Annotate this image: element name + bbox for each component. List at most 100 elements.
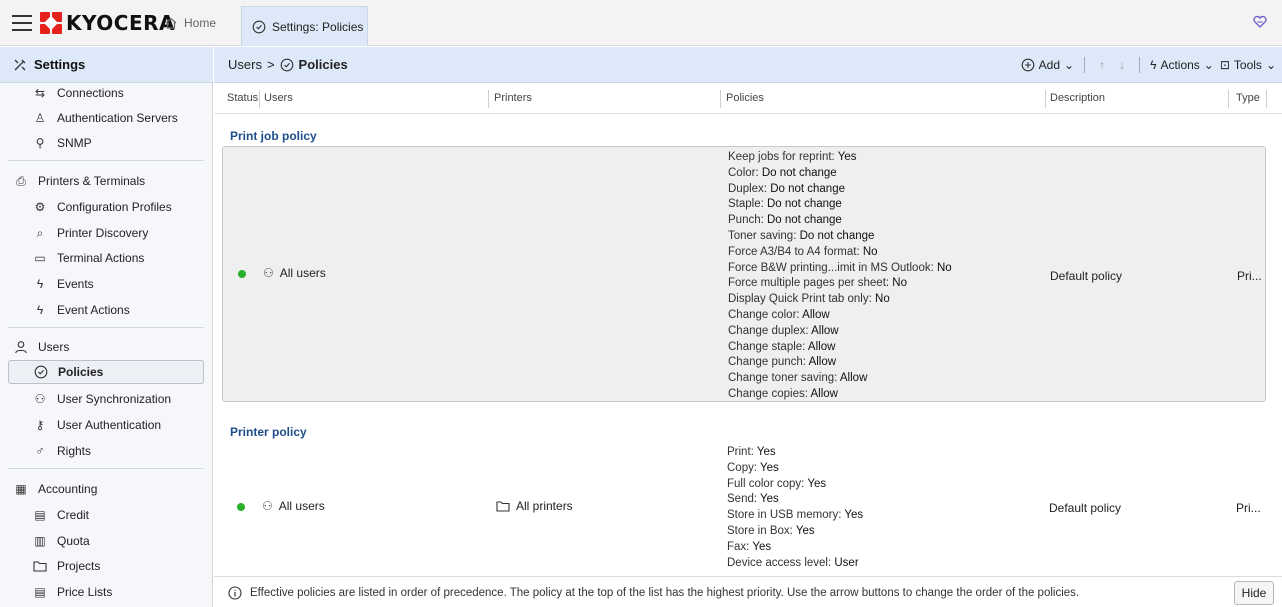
shield-check-icon <box>252 20 266 33</box>
info-bar: Effective policies are listed in order o… <box>214 576 1282 607</box>
connections-icon: ⇆ <box>34 86 46 100</box>
chevron-down-icon: ⌄ <box>1203 58 1214 72</box>
policy-value: No <box>862 245 878 258</box>
sidebar-item-projects[interactable]: Projects <box>0 554 212 578</box>
hide-button[interactable]: Hide <box>1234 581 1274 605</box>
policy-value: User <box>834 556 859 569</box>
policy-value: Allow <box>839 372 868 385</box>
policy-line: Force multiple pages per sheet: No <box>728 276 952 292</box>
kyocera-logo[interactable]: KYOCERA <box>40 9 175 37</box>
status-dot <box>237 503 245 511</box>
sidebar-item-label: Printer Discovery <box>57 226 149 240</box>
policy-value: Do not change <box>799 229 875 242</box>
sidebar-item-label: Terminal Actions <box>57 251 145 265</box>
table-row[interactable]: ⚇ All users All printers Print: Yes Copy:… <box>222 442 1266 572</box>
column-header-policies[interactable]: Policies <box>726 92 764 104</box>
sidebar-item-label: SNMP <box>57 136 92 150</box>
move-down-button[interactable]: ↓ <box>1115 58 1129 72</box>
printers-cell: All printers <box>496 499 573 513</box>
policy-value: Allow <box>810 387 838 400</box>
sidebar-item-rights[interactable]: ♂ Rights <box>0 439 212 463</box>
policy-key: Store in Box: <box>727 524 796 537</box>
policy-line: Print: Yes <box>727 445 863 461</box>
column-resize-handle[interactable] <box>720 90 721 108</box>
policy-value: Yes <box>760 461 779 474</box>
policy-line: Staple: Do not change <box>728 197 952 213</box>
policy-line: Punch: Do not change <box>728 213 952 229</box>
sidebar-item-accounting[interactable]: ▦ Accounting <box>0 477 212 501</box>
sidebar-item-label: User Synchronization <box>57 392 172 406</box>
policy-key: Color: <box>728 166 762 179</box>
heart-badge-icon[interactable] <box>1252 14 1268 30</box>
policy-key: Device access level: <box>727 556 835 569</box>
sidebar-item-snmp[interactable]: ⚲ SNMP <box>0 131 212 155</box>
sidebar-item-printer-discovery[interactable]: ⌕ Printer Discovery <box>0 221 212 245</box>
column-resize-handle[interactable] <box>1266 90 1267 108</box>
top-bar: KYOCERA Home Settings: Policies <box>0 0 1282 46</box>
sidebar-item-label: Configuration Profiles <box>57 200 172 214</box>
quota-icon: ▥ <box>34 534 46 548</box>
toolbar: Add ⌄ ↑ ↓ ϟ Actions ⌄ ⊡ Tools ⌄ <box>1021 57 1276 73</box>
column-header-printers[interactable]: Printers <box>494 92 532 104</box>
sidebar-item-label: Price Lists <box>57 585 113 599</box>
toolbar-divider <box>1084 57 1086 73</box>
policy-icon <box>33 364 49 380</box>
move-up-button[interactable]: ↑ <box>1095 58 1109 72</box>
sidebar-item-connections[interactable]: ⇆ Connections <box>0 83 212 105</box>
policy-line: Color: Do not change <box>728 166 952 182</box>
column-resize-handle[interactable] <box>1045 90 1046 108</box>
add-button[interactable]: Add ⌄ <box>1021 58 1074 72</box>
sidebar-item-configuration-profiles[interactable]: ⚙ Configuration Profiles <box>0 195 212 219</box>
sidebar-item-price-lists[interactable]: ▤ Price Lists <box>0 580 212 604</box>
sidebar-item-policies[interactable]: Policies <box>8 360 204 384</box>
users-cell: ⚇ All users <box>262 499 325 513</box>
policy-line: Store in Box: Yes <box>727 524 863 540</box>
sidebar-item-authentication-servers[interactable]: ♙ Authentication Servers <box>0 106 212 130</box>
column-header-users[interactable]: Users <box>264 92 293 104</box>
breadcrumb-users[interactable]: Users <box>228 57 262 72</box>
actions-button-label: Actions <box>1160 58 1200 72</box>
tools-button[interactable]: ⊡ Tools ⌄ <box>1220 58 1276 72</box>
tab-settings-policies-label: Settings: Policies <box>272 19 364 34</box>
sidebar-item-user-synchronization[interactable]: ⚇ User Synchronization <box>0 387 212 411</box>
hamburger-menu-icon[interactable] <box>12 15 32 31</box>
kyocera-logo-mark <box>40 12 62 34</box>
column-resize-handle[interactable] <box>259 90 260 108</box>
sidebar-item-user-authentication[interactable]: ⚷ User Authentication <box>0 413 212 437</box>
policy-key: Full color copy: <box>727 477 808 490</box>
sidebar-item-label: Policies <box>58 365 104 379</box>
policy-key: Duplex: <box>728 182 771 195</box>
terminal-icon: ▭ <box>34 251 46 265</box>
main-header: Users > Policies Add ⌄ ↑ ↓ ϟ Actions ⌄ ⊡… <box>214 47 1282 83</box>
policy-value: Yes <box>756 446 776 458</box>
tab-settings-policies[interactable]: Settings: Policies <box>241 6 368 46</box>
policy-line: Change duplex: Allow <box>728 324 952 340</box>
sidebar-item-events[interactable]: ϟ Events <box>0 272 212 296</box>
sidebar-item-quota[interactable]: ▥ Quota <box>0 529 212 553</box>
policy-key: Change toner saving: <box>728 372 840 385</box>
sidebar-item-event-actions[interactable]: ϟ Event Actions <box>0 298 212 322</box>
column-header-description[interactable]: Description <box>1050 92 1105 104</box>
actions-button[interactable]: ϟ Actions ⌄ <box>1150 58 1214 72</box>
home-icon <box>165 17 177 29</box>
tab-home[interactable]: Home <box>164 10 216 36</box>
table-row[interactable]: ⚇ All users Keep jobs for reprint: Yes Co… <box>222 146 1266 402</box>
folder-icon <box>496 501 510 512</box>
sidebar-item-credit[interactable]: ▤ Credit <box>0 503 212 527</box>
policy-line: Force A3/B4 to A4 format: No <box>728 245 952 261</box>
column-resize-handle[interactable] <box>488 90 489 108</box>
column-header-status[interactable]: Status <box>227 92 258 104</box>
sidebar-item-printers-terminals[interactable]: ⎙ Printers & Terminals <box>0 169 212 193</box>
sidebar-item-label: Rights <box>57 444 92 458</box>
policy-key: Store in USB memory: <box>727 509 845 522</box>
sidebar-item-terminal-actions[interactable]: ▭ Terminal Actions <box>0 246 212 270</box>
policy-value: Do not change <box>761 166 837 179</box>
projects-icon <box>32 558 48 574</box>
sidebar-item-users[interactable]: Users <box>0 335 212 359</box>
column-resize-handle[interactable] <box>1228 90 1229 108</box>
column-header-type[interactable]: Type <box>1236 92 1260 104</box>
policy-value: No <box>936 261 952 274</box>
event-actions-icon: ϟ <box>36 303 44 317</box>
policy-value: Do not change <box>767 198 842 211</box>
policy-key: Send: <box>727 493 761 506</box>
